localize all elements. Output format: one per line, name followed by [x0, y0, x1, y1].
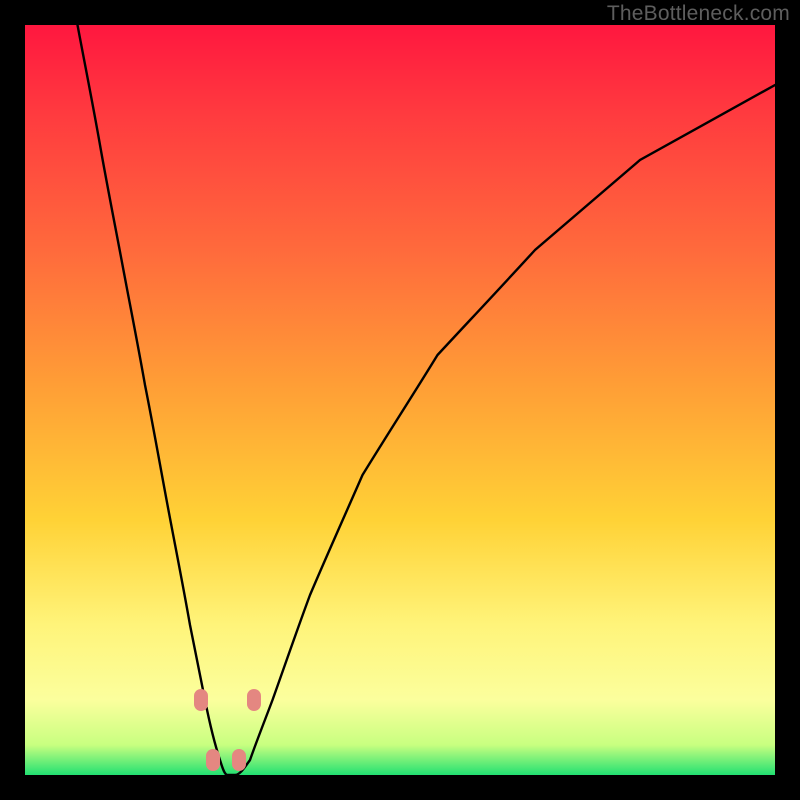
curve-path [78, 25, 776, 775]
bottleneck-curve [25, 25, 775, 775]
chart-frame: TheBottleneck.com [0, 0, 800, 800]
watermark-text: TheBottleneck.com [607, 2, 790, 26]
curve-marker [247, 689, 261, 711]
curve-marker [206, 749, 220, 771]
curve-marker [194, 689, 208, 711]
curve-marker [232, 749, 246, 771]
plot-area [25, 25, 775, 775]
